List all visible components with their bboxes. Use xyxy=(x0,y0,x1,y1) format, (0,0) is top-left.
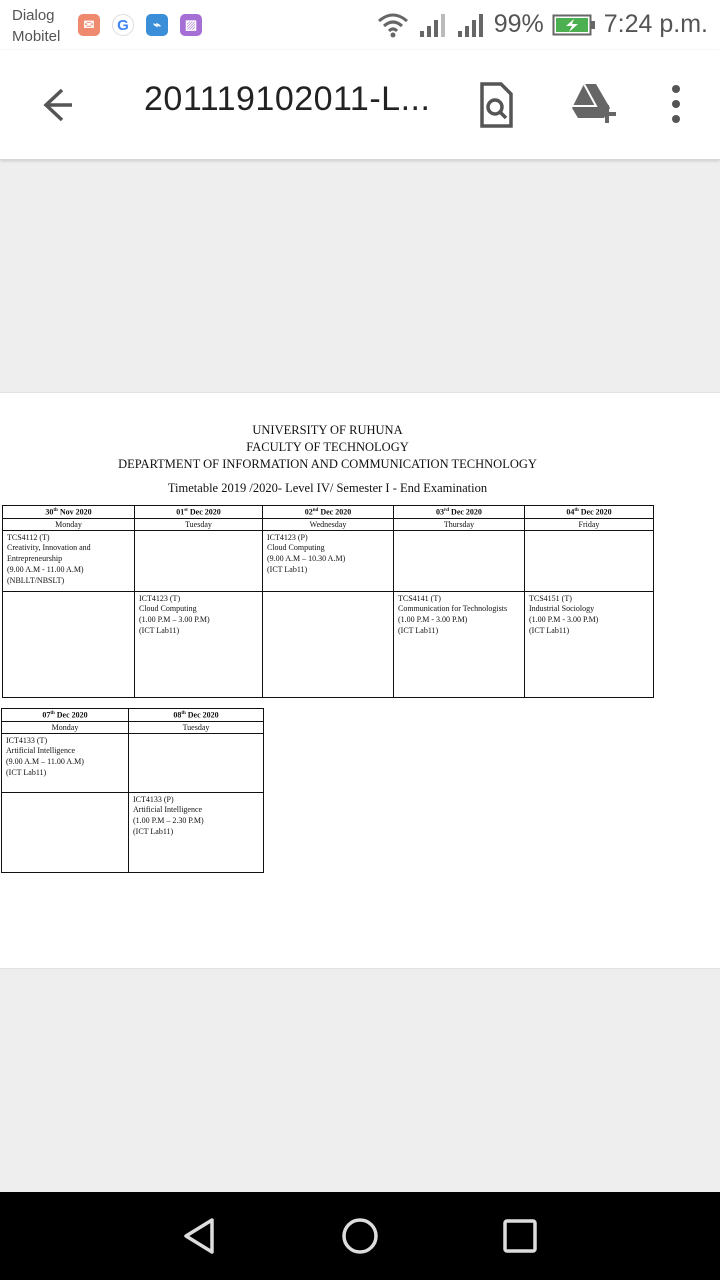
morning-slot xyxy=(393,529,525,592)
find-in-page-icon[interactable] xyxy=(471,80,521,130)
app-bar: 201119102011-L... xyxy=(0,50,720,160)
morning-slot xyxy=(134,529,263,592)
back-arrow-icon[interactable] xyxy=(30,82,80,128)
department-name: DEPARTMENT OF INFORMATION AND COMMUNICAT… xyxy=(118,457,537,471)
usb-icon: ⌁ xyxy=(146,14,168,36)
date-header: 04th Dec 2020 xyxy=(524,505,654,519)
afternoon-slot xyxy=(1,791,129,873)
timetable-week-1: 30th Nov 2020 01st Dec 2020 02nd Dec 202… xyxy=(2,505,654,698)
status-indicators: 99% 7:24 p.m. xyxy=(376,10,708,39)
google-icon: G xyxy=(112,14,134,36)
afternoon-slot xyxy=(262,590,394,698)
day-name: Monday xyxy=(2,517,135,531)
nav-recents-icon[interactable] xyxy=(494,1210,546,1262)
status-bar: Dialog Mobitel ✉ G ⌁ ▨ 99% 7:24 p.m. xyxy=(0,0,720,50)
morning-slot xyxy=(524,529,654,592)
nav-home-icon[interactable] xyxy=(334,1210,386,1262)
signal-2-icon xyxy=(457,13,483,37)
document-page[interactable]: UNIVERSITY OF RUHUNA FACULTY OF TECHNOLO… xyxy=(0,393,720,968)
wifi-icon xyxy=(377,13,408,37)
day-name: Wednesday xyxy=(262,517,394,531)
signal-1-icon xyxy=(419,13,445,37)
battery-charging-icon xyxy=(552,14,595,35)
carrier-line-1: Dialog xyxy=(12,7,55,24)
date-header: 08th Dec 2020 xyxy=(128,708,264,722)
date-header: 02nd Dec 2020 xyxy=(262,505,394,519)
timetable-week-2: 07th Dec 2020 08th Dec 2020 Monday Tuesd… xyxy=(1,708,264,873)
date-header: 07th Dec 2020 xyxy=(1,708,129,722)
afternoon-slot: ICT4123 (T) Cloud Computing (1.00 P.M – … xyxy=(134,590,263,698)
university-name: UNIVERSITY OF RUHUNA xyxy=(252,423,403,437)
document-title: 201119102011-L... xyxy=(144,80,431,118)
mail-notification-icon: ✉ xyxy=(78,14,100,36)
date-header: 01st Dec 2020 xyxy=(134,505,263,519)
faculty-name: FACULTY OF TECHNOLOGY xyxy=(246,440,409,454)
date-header: 03rd Dec 2020 xyxy=(393,505,525,519)
morning-slot: ICT4133 (T) Artificial Intelligence (9.0… xyxy=(1,732,129,793)
navigation-bar xyxy=(0,1192,720,1280)
afternoon-slot: ICT4133 (P) Artificial Intelligence (1.0… xyxy=(128,791,264,873)
day-name: Thursday xyxy=(393,517,525,531)
more-vert-icon[interactable] xyxy=(651,80,701,130)
notification-icons: ✉ G ⌁ ▨ xyxy=(78,14,202,36)
battery-percent: 99% xyxy=(493,10,544,38)
afternoon-slot: TCS4141 (T) Communication for Technologi… xyxy=(393,590,525,698)
nav-back-icon[interactable] xyxy=(174,1210,226,1262)
carrier-name: Dialog Mobitel xyxy=(12,5,60,47)
day-name: Tuesday xyxy=(134,517,263,531)
morning-slot: ICT4123 (P) Cloud Computing (9.00 A.M – … xyxy=(262,529,394,592)
add-to-drive-icon[interactable] xyxy=(568,80,618,130)
morning-slot: TCS4112 (T) Creativity, Innovation and E… xyxy=(2,529,135,592)
clock: 7:24 p.m. xyxy=(603,10,708,38)
day-name: Monday xyxy=(1,720,129,734)
date-header: 30th Nov 2020 xyxy=(2,505,135,519)
afternoon-slot: TCS4151 (T) Industrial Sociology (1.00 P… xyxy=(524,590,654,698)
gallery-icon: ▨ xyxy=(180,14,202,36)
timetable-title: Timetable 2019 /2020- Level IV/ Semester… xyxy=(167,481,488,495)
morning-slot xyxy=(128,732,264,793)
carrier-line-2: Mobitel xyxy=(12,28,61,45)
day-name: Friday xyxy=(524,517,654,531)
afternoon-slot xyxy=(2,590,135,698)
day-name: Tuesday xyxy=(128,720,264,734)
